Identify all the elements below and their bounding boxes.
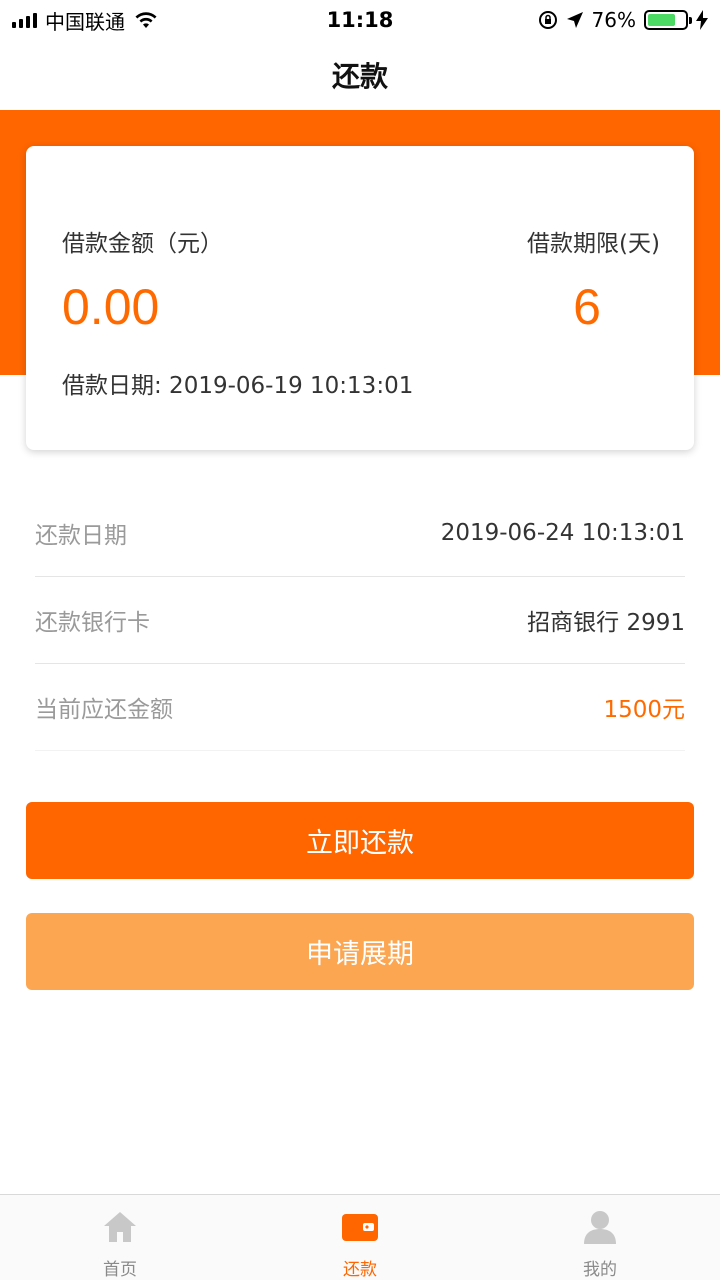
loan-date: 借款日期: 2019-06-19 10:13:01 [62, 373, 414, 399]
status-left: 中国联通 [12, 6, 159, 35]
carrier-label: 中国联通 [45, 9, 125, 34]
wifi-icon [135, 12, 157, 28]
amount-due-value: 1500元 [603, 697, 685, 723]
battery-percent: 76% [591, 8, 636, 32]
nav-bar: 还款 [0, 40, 720, 110]
rotation-lock-icon [538, 11, 557, 29]
tab-home-label: 首页 [103, 1260, 137, 1280]
charging-icon [696, 10, 708, 30]
user-icon [584, 1211, 616, 1244]
repayment-date-row: 还款日期 2019-06-24 10:13:01 [35, 490, 685, 577]
apply-extension-button[interactable]: 申请展期 [26, 913, 694, 990]
wallet-icon [342, 1214, 378, 1241]
amount-due-row: 当前应还金额 1500元 [35, 664, 685, 751]
repayment-date-label: 还款日期 [35, 523, 127, 549]
repay-now-button[interactable]: 立即还款 [26, 802, 694, 879]
repayment-date-value: 2019-06-24 10:13:01 [440, 520, 685, 546]
loan-amount-value: 0.00 [62, 279, 160, 335]
loan-amount-label: 借款金额（元） [62, 231, 223, 257]
home-icon [104, 1212, 136, 1242]
loan-summary-card: 借款金额（元） 借款期限(天) 0.00 6 借款日期: 2019-06-19 … [26, 146, 694, 450]
tab-repayment-label: 还款 [343, 1260, 377, 1280]
tab-repayment[interactable]: 还款 [240, 1195, 480, 1280]
repayment-details: 还款日期 2019-06-24 10:13:01 还款银行卡 招商银行 2991… [35, 490, 685, 751]
amount-due-label: 当前应还金额 [35, 697, 173, 723]
status-right: 76% [538, 8, 708, 32]
tab-bar: 首页 还款 我的 [0, 1194, 720, 1280]
battery-icon [644, 10, 692, 30]
tab-home[interactable]: 首页 [0, 1195, 240, 1280]
page-title: 还款 [331, 60, 388, 93]
repayment-screen: 中国联通 11:18 76% 还款 借款金额（元） 借款期限(天) 0.00 6… [0, 0, 720, 1280]
loan-term-label: 借款期限(天) [527, 231, 660, 257]
bank-card-row: 还款银行卡 招商银行 2991 [35, 577, 685, 664]
bank-card-label: 还款银行卡 [35, 610, 150, 636]
status-bar: 中国联通 11:18 76% [0, 0, 720, 40]
bank-card-value: 招商银行 2991 [527, 610, 685, 636]
tab-profile-label: 我的 [583, 1260, 617, 1280]
location-icon [566, 12, 583, 28]
signal-icon [12, 12, 37, 28]
loan-term-value: 6 [573, 279, 601, 335]
tab-profile[interactable]: 我的 [480, 1195, 720, 1280]
